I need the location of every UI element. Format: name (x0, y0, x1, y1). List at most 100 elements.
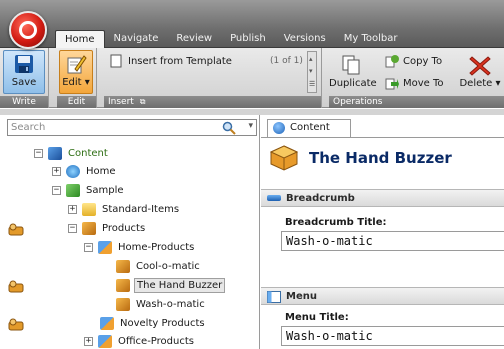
template-icon (110, 54, 122, 68)
scroll-down-icon: ▾ (309, 67, 313, 75)
product-group-icon (98, 240, 112, 254)
tree-item-label: Cool-o-matic (136, 260, 200, 272)
edit-button[interactable]: Edit ▾ (59, 50, 93, 94)
insert-from-template-button[interactable]: Insert from Template (110, 54, 232, 68)
breadcrumb-title-field[interactable]: Wash-o-matic (281, 231, 504, 251)
menu-title-label: Menu Title: (285, 312, 349, 323)
dialog-launcher-icon[interactable]: ⧉ (140, 97, 146, 106)
tree-item-label: Products (102, 222, 146, 234)
tab-publish[interactable]: Publish (221, 30, 275, 48)
menu-title-field[interactable]: Wash-o-matic (281, 326, 504, 346)
tree-item-standard-items[interactable]: + Standard-Items (68, 200, 181, 218)
move-to-label: Move To (403, 77, 444, 89)
gallery-more-icon: ☰ (309, 80, 316, 88)
tab-underline (261, 137, 504, 138)
ribbon-group-edit: Edit ▾ Edit (57, 48, 97, 108)
breadcrumb-section-icon (267, 195, 281, 201)
collapse-icon[interactable]: − (52, 185, 61, 195)
duplicate-button[interactable]: Duplicate (329, 50, 377, 94)
tree-item-the-hand-buzzer[interactable]: The Hand Buzzer (116, 276, 226, 294)
ribbon-tabs: Home Navigate Review Publish Versions My… (55, 30, 406, 48)
expand-icon[interactable]: + (68, 204, 77, 214)
ribbon-group-operations: Duplicate Copy To Move To Delete ▾ Opera… (329, 48, 504, 108)
tree-item-label: Sample (86, 184, 124, 196)
write-group-title: Write (0, 96, 48, 108)
scroll-up-icon: ▴ (309, 55, 313, 63)
product-icon (116, 259, 130, 273)
copy-to-button[interactable]: Copy To (385, 54, 442, 68)
save-button[interactable]: Save (3, 50, 45, 94)
save-label: Save (11, 77, 37, 88)
tree-item-products[interactable]: − Products (68, 219, 147, 237)
tree-item-label-selected: The Hand Buzzer (134, 277, 226, 293)
item-title: The Hand Buzzer (309, 149, 452, 167)
menu-section-icon (267, 291, 281, 303)
app-logo-icon (19, 21, 37, 39)
home-icon (66, 164, 80, 178)
copy-to-label: Copy To (403, 55, 443, 67)
folder-icon (82, 202, 96, 216)
tree-item-home[interactable]: + Home (52, 162, 118, 180)
item-product-icon (270, 145, 298, 171)
locked-item-icon (8, 280, 24, 293)
tree-item-content[interactable]: − Content (34, 144, 110, 162)
tab-content[interactable]: Content (267, 119, 351, 137)
section-title: Breadcrumb (286, 193, 355, 204)
application-menu-button[interactable] (9, 11, 47, 49)
duplicate-label: Duplicate (329, 78, 377, 89)
tab-versions[interactable]: Versions (275, 30, 335, 48)
section-header-breadcrumb[interactable]: Breadcrumb (261, 189, 504, 207)
tree-item-label: Office-Products (118, 335, 194, 347)
tree-item-label: Home (86, 165, 116, 177)
search-input[interactable]: Search ▾ (7, 119, 257, 136)
insert-gallery-scroller[interactable]: ▴ ▾ ☰ (307, 51, 317, 93)
tree-item-office-products[interactable]: + Office-Products (84, 332, 196, 349)
content-editor-panel: Content The Hand Buzzer Breadcrumb Bread… (261, 115, 504, 349)
locked-item-icon (8, 223, 24, 236)
tree-item-label: Wash-o-matic (136, 298, 205, 310)
tree-item-label: Home-Products (118, 241, 195, 253)
search-placeholder: Search (11, 122, 46, 133)
move-to-button[interactable]: Move To (385, 76, 444, 90)
product-icon (82, 221, 96, 235)
delete-button[interactable]: Delete ▾ (457, 50, 503, 94)
content-tab-label: Content (290, 122, 330, 133)
tree-item-novelty-products[interactable]: Novelty Products (100, 314, 207, 332)
copy-to-icon (385, 55, 399, 68)
edit-group-title: Edit (57, 96, 96, 108)
search-icon[interactable] (222, 121, 236, 135)
tab-navigate[interactable]: Navigate (105, 30, 168, 48)
ribbon: Save Write Edit ▾ Edit Insert from Templ… (0, 48, 504, 108)
ribbon-tab-bar: Home Navigate Review Publish Versions My… (0, 0, 504, 48)
product-icon (116, 278, 130, 292)
locked-item-icon (8, 318, 24, 331)
collapse-icon[interactable]: − (34, 148, 43, 158)
tree-item-cool-o-matic[interactable]: Cool-o-matic (116, 257, 202, 275)
tree-item-wash-o-matic[interactable]: Wash-o-matic (116, 295, 207, 313)
insert-from-template-label: Insert from Template (128, 55, 232, 67)
tree-item-sample[interactable]: − Sample (52, 181, 126, 199)
tab-review[interactable]: Review (167, 30, 221, 48)
tree-item-home-products[interactable]: − Home-Products (84, 238, 196, 256)
content-tree-panel: Search ▾ − Content + Home − Sample + Sta… (0, 115, 260, 349)
ribbon-group-write: Save Write (0, 48, 49, 108)
delete-label: Delete ▾ (459, 78, 501, 89)
collapse-icon[interactable]: − (68, 223, 77, 233)
duplicate-icon (342, 55, 360, 75)
tab-my-toolbar[interactable]: My Toolbar (335, 30, 407, 48)
expand-icon[interactable]: + (84, 336, 93, 346)
collapse-icon[interactable]: − (84, 242, 93, 252)
ribbon-group-insert: Insert from Template (1 of 1) ▴ ▾ ☰ Inse… (104, 48, 322, 108)
section-header-menu[interactable]: Menu (261, 287, 504, 305)
tab-home[interactable]: Home (55, 30, 105, 48)
insert-group-title-text: Insert (108, 97, 134, 107)
content-icon (48, 146, 62, 160)
edit-icon (67, 55, 87, 74)
product-group-icon (98, 334, 112, 348)
sample-icon (66, 183, 80, 197)
search-dropdown-icon[interactable]: ▾ (248, 121, 253, 131)
move-to-icon (385, 78, 399, 90)
expand-icon[interactable]: + (52, 166, 61, 176)
section-title: Menu (286, 291, 317, 302)
delete-icon (469, 56, 491, 76)
